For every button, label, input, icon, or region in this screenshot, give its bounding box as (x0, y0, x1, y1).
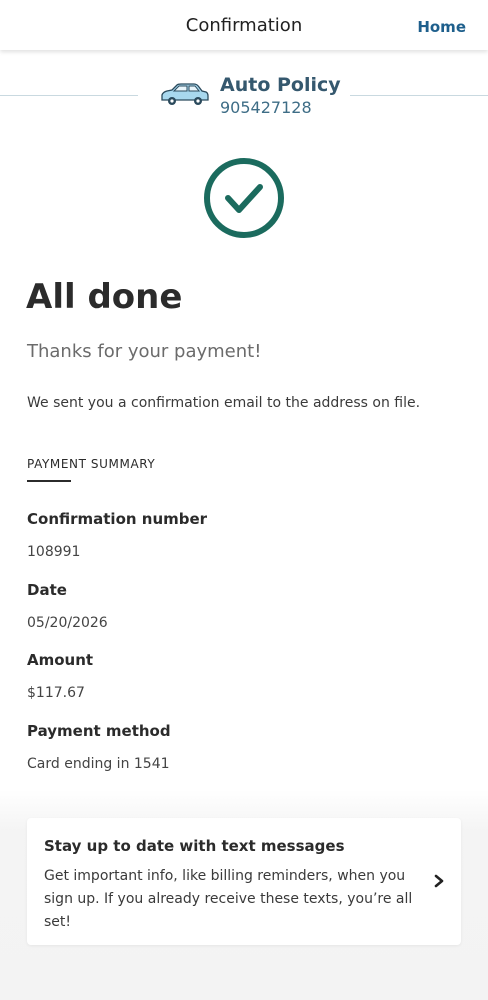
card-body: Get important info, like billing reminde… (44, 868, 413, 930)
date-label: Date (27, 581, 67, 599)
confirmation-number-value: 108991 (27, 544, 81, 560)
card-title: Stay up to date with text messages (44, 837, 345, 855)
car-icon (161, 83, 209, 105)
check-circle-icon (204, 158, 284, 238)
header-bar: Confirmation Home (0, 0, 488, 50)
page-title: Confirmation (185, 15, 303, 36)
divider-right (350, 95, 488, 96)
confirmation-number-label: Confirmation number (27, 510, 208, 528)
divider-left (0, 95, 138, 96)
home-link[interactable]: Home (417, 18, 466, 36)
policy-number: 905427128 (220, 98, 312, 117)
amount-label: Amount (27, 651, 94, 669)
confirmation-heading: All done (26, 277, 183, 317)
text-messages-card[interactable]: Stay up to date with text messages Get i… (27, 818, 461, 945)
email-message: We sent you a confirmation email to the … (27, 395, 421, 411)
date-value: 05/20/2026 (27, 615, 108, 631)
payment-method-value: Card ending in 1541 (27, 756, 170, 772)
amount-value: $117.67 (27, 685, 85, 701)
policy-banner: Auto Policy 905427128 (0, 70, 488, 122)
chevron-right-icon[interactable] (433, 874, 445, 888)
payment-summary-heading: PAYMENT SUMMARY (27, 457, 156, 471)
thanks-subtitle: Thanks for your payment! (27, 341, 262, 362)
payment-method-label: Payment method (27, 722, 171, 740)
heading-underline (27, 480, 71, 482)
policy-name: Auto Policy (220, 74, 341, 96)
